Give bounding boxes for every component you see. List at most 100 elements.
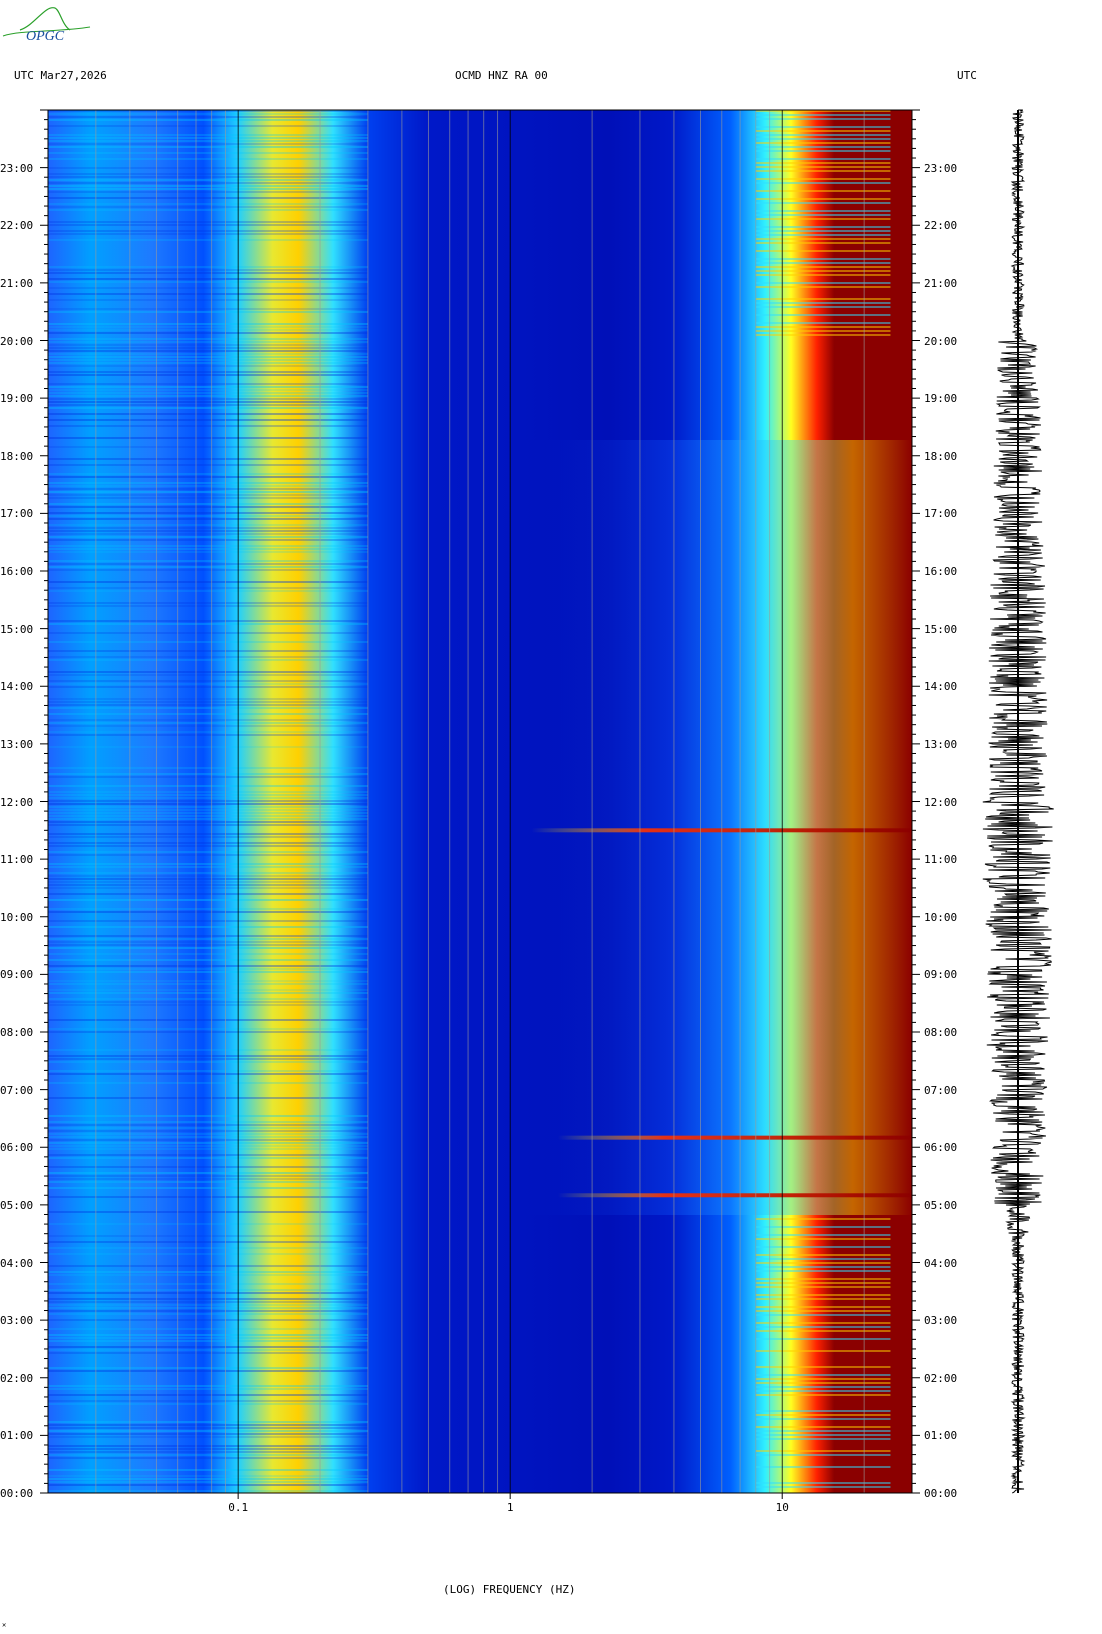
y-tick-label: 06:00: [0, 1141, 34, 1155]
night-noise-stripe: [755, 1350, 891, 1352]
night-noise-stripe: [755, 1254, 891, 1256]
night-noise-stripe: [755, 114, 891, 116]
y-tick-label: 10:00: [0, 910, 34, 924]
night-noise-stripe: [755, 158, 891, 160]
night-noise-stripe: [755, 1298, 891, 1300]
night-noise-stripe: [755, 190, 891, 192]
night-noise-stripe: [755, 150, 891, 152]
night-noise-stripe: [755, 1450, 891, 1452]
y-tick-label: 01:00: [924, 1429, 958, 1443]
night-noise-stripe: [755, 1438, 891, 1440]
night-noise-stripe: [755, 210, 891, 212]
night-noise-stripe: [755, 306, 891, 308]
night-noise-stripe: [755, 1246, 891, 1248]
night-noise-stripe: [755, 130, 891, 132]
night-noise-stripe: [755, 298, 891, 300]
night-noise-stripe: [755, 118, 891, 120]
y-tick-label: 01:00: [0, 1429, 34, 1443]
night-noise-stripe: [755, 198, 891, 200]
night-noise-stripe: [755, 146, 891, 148]
night-noise-stripe: [755, 238, 891, 240]
night-noise-stripe: [755, 1330, 891, 1332]
night-noise-stripe: [755, 170, 891, 172]
y-tick-label: 22:00: [0, 219, 34, 233]
y-tick-label: 10:00: [924, 910, 958, 924]
night-noise-stripe: [755, 226, 891, 228]
night-noise-stripe: [755, 250, 891, 252]
y-tick-label: 04:00: [924, 1256, 958, 1270]
night-noise-stripe: [755, 270, 891, 272]
y-tick-label: 18:00: [924, 449, 958, 463]
y-tick-label: 00:00: [0, 1487, 34, 1500]
night-noise-stripe: [755, 1262, 891, 1264]
night-noise-stripe: [755, 286, 891, 288]
night-noise-stripe: [755, 282, 891, 284]
night-noise-stripe: [755, 1426, 891, 1428]
event-band: [558, 1193, 912, 1198]
night-noise-stripe: [755, 234, 891, 236]
y-tick-label: 20:00: [924, 334, 958, 348]
y-tick-label: 23:00: [0, 161, 34, 175]
night-noise-stripe: [755, 1234, 891, 1236]
night-noise-stripe: [755, 314, 891, 316]
night-noise-stripe: [755, 326, 891, 328]
y-tick-label: 02:00: [924, 1371, 958, 1385]
night-noise-stripe: [755, 138, 891, 140]
y-tick-label: 08:00: [0, 1026, 34, 1039]
y-tick-label: 19:00: [924, 392, 958, 406]
y-tick-label: 07:00: [924, 1083, 958, 1097]
night-noise-stripe: [755, 1386, 891, 1388]
night-noise-stripe: [755, 334, 891, 336]
night-noise-stripe: [755, 1418, 891, 1420]
daytime-activity-region: [518, 440, 912, 1215]
night-noise-stripe: [755, 1270, 891, 1272]
night-noise-stripe: [755, 1310, 891, 1312]
y-tick-label: 02:00: [0, 1371, 34, 1385]
y-tick-label: 14:00: [924, 680, 958, 694]
y-tick-label: 21:00: [924, 276, 958, 290]
night-noise-stripe: [755, 166, 891, 168]
night-noise-stripe: [755, 1454, 891, 1456]
night-noise-stripe: [755, 242, 891, 244]
corner-mark: ✕: [2, 1621, 7, 1629]
night-noise-stripe: [755, 1282, 891, 1284]
x-axis-title: (LOG) FREQUENCY (HZ): [443, 1583, 576, 1596]
x-tick-label: 0.1: [228, 1501, 249, 1514]
night-noise-stripe: [755, 134, 891, 136]
night-noise-stripe: [755, 1374, 891, 1376]
y-tick-label: 14:00: [0, 680, 34, 694]
x-tick-label: 10: [775, 1501, 789, 1514]
y-tick-label: 13:00: [924, 737, 958, 751]
night-noise-stripe: [755, 1238, 891, 1240]
night-noise-stripe: [755, 126, 891, 128]
night-noise-stripe: [755, 1294, 891, 1296]
night-noise-stripe: [755, 1338, 891, 1340]
night-noise-stripe: [755, 262, 891, 264]
y-tick-label: 11:00: [0, 853, 34, 867]
night-noise-stripe: [755, 1226, 891, 1228]
y-tick-label: 06:00: [924, 1141, 958, 1155]
night-noise-stripe: [755, 266, 891, 268]
night-noise-stripe: [755, 1410, 891, 1412]
night-noise-stripe: [755, 1258, 891, 1260]
y-tick-label: 15:00: [924, 622, 958, 636]
night-noise-stripe: [755, 1286, 891, 1288]
night-noise-stripe: [755, 1314, 891, 1316]
y-tick-label: 13:00: [0, 737, 34, 751]
night-noise-stripe: [755, 1394, 891, 1396]
night-noise-stripe: [755, 1366, 891, 1368]
y-tick-label: 17:00: [924, 507, 958, 521]
night-noise-stripe: [755, 1414, 891, 1416]
y-tick-label: 21:00: [0, 276, 34, 290]
frequency-ticks: [237, 1493, 783, 1499]
y-tick-label: 17:00: [0, 507, 34, 521]
y-tick-label: 05:00: [924, 1198, 958, 1212]
night-noise-stripe: [755, 1378, 891, 1380]
y-tick-label: 20:00: [0, 334, 34, 348]
y-tick-label: 23:00: [924, 161, 958, 175]
night-noise-stripe: [755, 1326, 891, 1328]
night-noise-stripe: [755, 1266, 891, 1268]
night-noise-stripe: [755, 218, 891, 220]
night-noise-stripe: [755, 162, 891, 164]
night-noise-stripe: [755, 1218, 891, 1220]
